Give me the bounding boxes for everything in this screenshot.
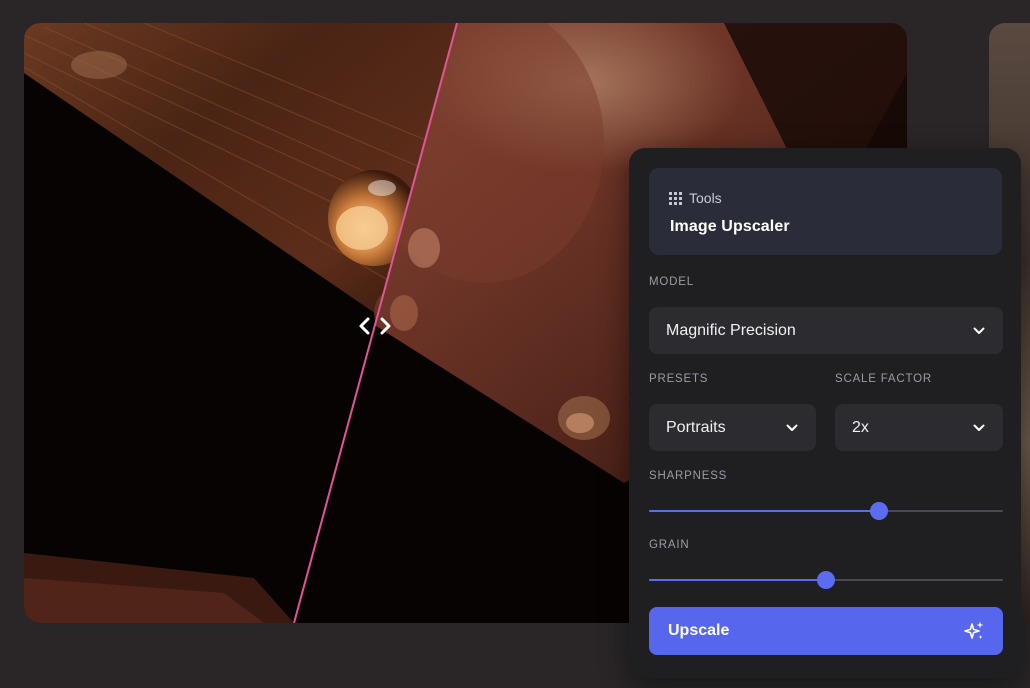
slider-thumb[interactable] [817,571,835,589]
scale-factor-select[interactable]: 2x [835,404,1003,451]
tool-title: Image Upscaler [670,218,790,235]
sharpness-slider[interactable] [649,501,1003,521]
chevron-down-icon [786,424,798,432]
chevron-down-icon [973,327,985,335]
model-value: Magnific Precision [666,321,796,339]
upscale-label: Upscale [668,622,730,639]
slider-fill [649,510,880,512]
tools-breadcrumb[interactable]: Tools [669,190,722,206]
upscaler-panel: Tools Image Upscaler MODEL Magnific Prec… [629,148,1021,678]
slider-fill [649,579,826,581]
sparkle-icon [964,621,984,639]
presets-select[interactable]: Portraits [649,404,816,451]
chevron-down-icon [973,424,985,432]
compare-handle[interactable] [355,312,395,340]
breadcrumb-label: Tools [689,190,722,206]
compare-arrows-icon [359,317,391,335]
grain-label: GRAIN [649,539,690,551]
grain-slider[interactable] [649,570,1003,590]
model-label: MODEL [649,276,694,288]
scale-factor-value: 2x [852,418,869,436]
upscale-button[interactable]: Upscale [649,607,1003,655]
presets-value: Portraits [666,418,726,436]
grid-icon [669,191,682,205]
tool-header: Tools Image Upscaler [649,168,1002,255]
sharpness-label: SHARPNESS [649,470,728,482]
scale-factor-label: SCALE FACTOR [835,373,932,385]
presets-label: PRESETS [649,373,709,385]
model-select[interactable]: Magnific Precision [649,307,1003,354]
slider-thumb[interactable] [870,502,889,520]
